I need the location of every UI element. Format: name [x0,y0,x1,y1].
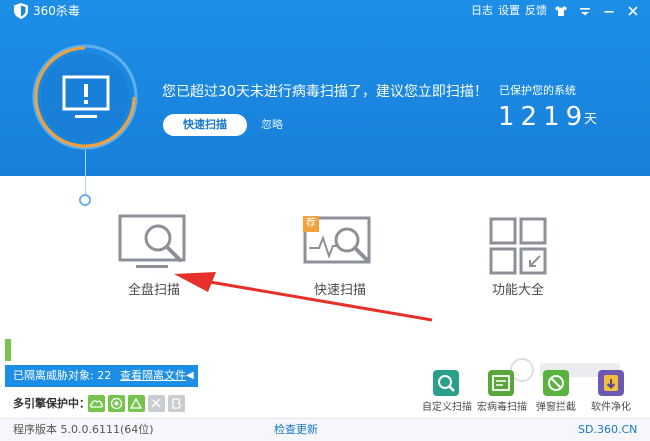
feedback-link[interactable]: 反馈 [525,3,547,19]
scan-overdue-message: 您已超过30天未进行病毒扫描了，建议您立即扫描！ [162,84,488,100]
status-bar: 程序版本 5.0.0.6111(64位) 检查更新 SD.360.CN [0,418,650,441]
avira-engine-icon[interactable] [168,395,185,412]
skin-tshirt-icon[interactable] [554,4,568,18]
full-scan-icon[interactable] [118,214,192,276]
engines-label: 多引擎保护中： [13,397,90,410]
function-grid-icon[interactable] [488,216,550,276]
website-link[interactable]: SD.360.CN [578,423,637,437]
title-bar: 360杀毒 日志 设置 反馈 [0,0,650,22]
bitdefender-engine-icon[interactable] [148,395,165,412]
custom-scan-icon[interactable] [433,370,459,396]
monitor-warning-icon [62,75,110,118]
settings-link[interactable]: 设置 [498,3,520,19]
protected-days-label: 已保护您的系统 [499,84,576,97]
ignore-link[interactable]: 忽略 [261,117,283,133]
shield-logo-icon [14,3,28,19]
protected-days-unit: 天 [584,112,598,127]
popup-block-icon[interactable] [543,370,569,396]
red-arrow-annotation [174,272,433,322]
check-update-link[interactable]: 检查更新 [274,423,318,437]
software-clean-icon[interactable] [598,370,624,396]
software-clean-label[interactable]: 软件净化 [591,401,631,414]
connector-dot [79,194,91,206]
menu-icon[interactable] [578,4,592,18]
macro-virus-scan-icon[interactable] [488,370,514,396]
custom-scan-label[interactable]: 自定义扫描 [422,401,472,414]
program-version: 程序版本 5.0.0.6111(64位) [13,423,154,436]
function-center-label[interactable]: 功能大全 [482,283,554,299]
quarantine-bar: 已隔离威胁对象: 22 查看隔离文件 ◀ [5,365,198,387]
top-banner: 360杀毒 日志 设置 反馈 您已超过30天未进行病毒扫描了，建议您立即扫描！ … [0,0,650,176]
quarantine-count: 已隔离威胁对象: 22 [13,369,112,382]
green-marker [5,339,11,361]
recommended-badge: 荐 [303,216,319,232]
qvm-engine-icon[interactable] [108,395,125,412]
connector-line [85,150,86,197]
system-repair-engine-icon[interactable] [128,395,145,412]
recommended-badge-label: 荐 [306,218,316,229]
collapse-arrow-icon[interactable]: ◀ [186,370,194,382]
popup-block-label[interactable]: 弹窗拦截 [536,401,576,414]
macro-virus-scan-label[interactable]: 宏病毒扫描 [477,401,527,414]
close-icon[interactable] [626,4,640,18]
protected-days-count: 1219 [498,102,589,132]
quick-scan-button[interactable]: 快速扫描 [163,114,247,136]
log-link[interactable]: 日志 [471,3,493,19]
minimize-icon[interactable] [602,4,616,18]
cloud-engine-icon[interactable] [88,395,105,412]
app-title: 360杀毒 [33,4,80,18]
view-quarantine-link[interactable]: 查看隔离文件 [120,369,186,383]
